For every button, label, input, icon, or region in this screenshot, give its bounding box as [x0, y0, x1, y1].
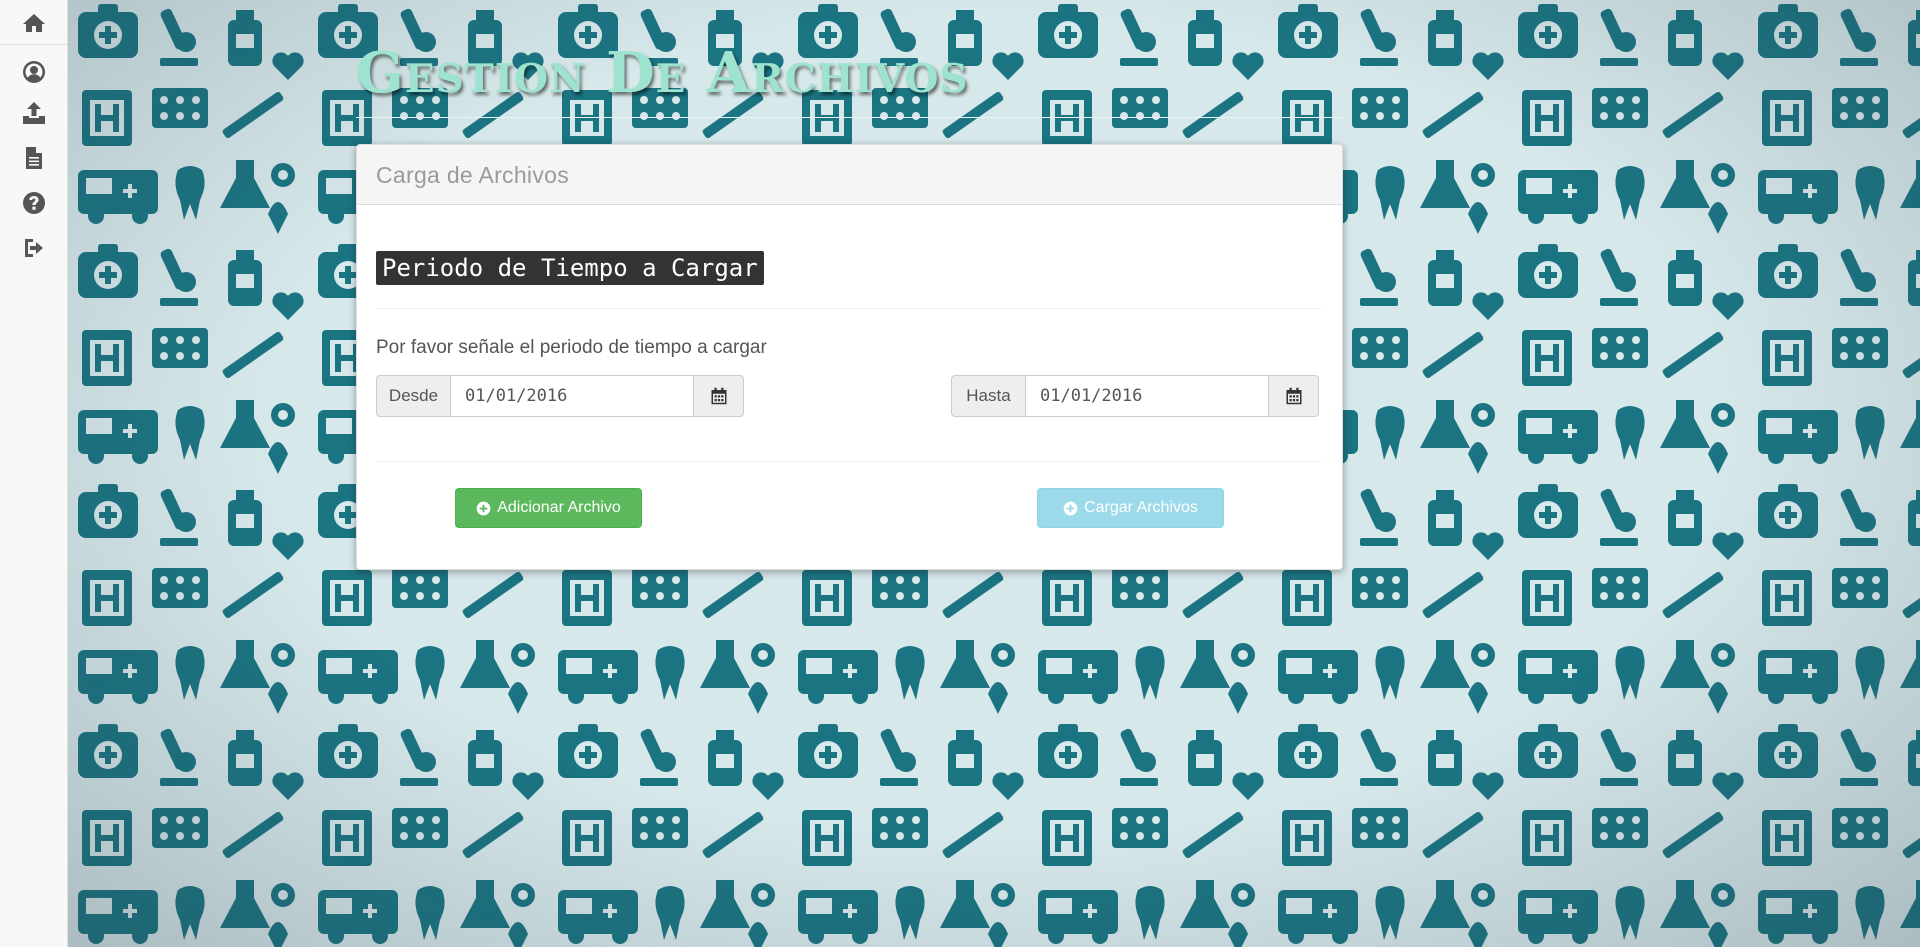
sidebar [0, 0, 68, 947]
sidebar-item-documents[interactable] [0, 138, 68, 178]
sidebar-item-upload[interactable] [0, 93, 68, 133]
calendar-icon [711, 387, 726, 405]
page-title: Gestion De Archivos [356, 40, 969, 106]
date-from-group: Desde [376, 375, 744, 417]
divider [376, 461, 1322, 462]
date-to-group: Hasta [951, 375, 1319, 417]
sign-out-icon [25, 239, 43, 257]
calendar-icon [1286, 387, 1301, 405]
upload-files-button[interactable]: Cargar Archivos [1037, 488, 1224, 528]
instructions-text: Por favor señale el periodo de tiempo a … [376, 337, 767, 358]
upload-files-button-label: Cargar Archivos [1084, 499, 1198, 516]
title-divider [356, 117, 1343, 118]
sidebar-item-help[interactable] [0, 183, 68, 223]
add-file-button-label: Adicionar Archivo [497, 499, 621, 516]
date-to-label: Hasta [951, 375, 1025, 417]
date-from-input[interactable] [450, 375, 694, 417]
file-text-icon [26, 147, 42, 169]
sidebar-item-profile[interactable] [0, 52, 68, 92]
plus-circle-icon [1063, 501, 1078, 515]
panel-heading-title: Carga de Archivos [376, 162, 570, 188]
section-title: Periodo de Tiempo a Cargar [376, 251, 764, 285]
divider [376, 308, 1322, 309]
upload-icon [23, 102, 45, 124]
sidebar-item-home[interactable] [0, 3, 68, 43]
sidebar-item-logout[interactable] [0, 228, 68, 268]
upload-panel: Carga de Archivos Periodo de Tiempo a Ca… [356, 144, 1343, 570]
panel-heading: Carga de Archivos [357, 145, 1342, 205]
home-icon [23, 14, 45, 32]
user-circle-icon [23, 61, 46, 83]
date-to-calendar-button[interactable] [1269, 375, 1319, 417]
date-from-label: Desde [376, 375, 450, 417]
question-circle-icon [23, 192, 46, 214]
date-from-calendar-button[interactable] [694, 375, 744, 417]
plus-circle-icon [476, 501, 491, 515]
date-to-input[interactable] [1025, 375, 1269, 417]
add-file-button[interactable]: Adicionar Archivo [455, 488, 642, 528]
